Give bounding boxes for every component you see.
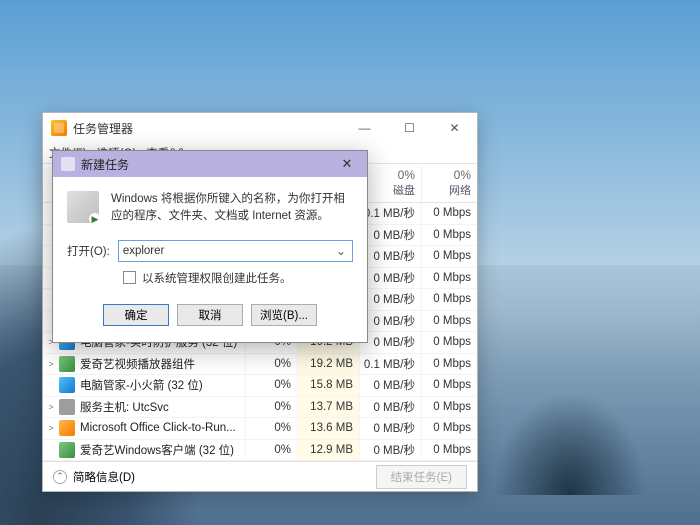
expand-icon[interactable]: >: [43, 359, 59, 369]
process-name: 爱奇艺视频播放器组件: [80, 356, 245, 372]
cell-cpu: 0%: [245, 354, 297, 375]
cell-disk: 0 MB/秒: [359, 332, 421, 353]
cell-memory: 15.8 MB: [297, 375, 359, 396]
process-name: 电脑管家-小火箭 (32 位): [80, 377, 245, 393]
expand-icon[interactable]: >: [43, 423, 59, 433]
minimize-button[interactable]: —: [342, 113, 387, 143]
expand-icon[interactable]: >: [43, 402, 59, 412]
cell-memory: 19.2 MB: [297, 354, 359, 375]
cell-disk: 0 MB/秒: [359, 268, 421, 289]
cell-cpu: 0%: [245, 418, 297, 439]
cell-cpu: 0%: [245, 440, 297, 461]
table-row[interactable]: > 爱奇艺视频播放器组件0%19.2 MB0.1 MB/秒0 Mbps: [43, 354, 477, 376]
cell-network: 0 Mbps: [421, 246, 477, 267]
process-icon: [59, 356, 75, 372]
cancel-button[interactable]: 取消: [177, 304, 243, 326]
open-combobox[interactable]: explorer: [118, 240, 353, 262]
cell-memory: 13.6 MB: [297, 418, 359, 439]
admin-label: 以系统管理权限创建此任务。: [142, 270, 292, 286]
dialog-message: Windows 将根据你所键入的名称，为你打开相应的程序、文件夹、文档或 Int…: [111, 191, 353, 226]
column-disk[interactable]: 0% 磁盘: [359, 166, 421, 202]
footer: ⌃ 简略信息(D) 结束任务(E): [43, 461, 477, 491]
cell-cpu: 0%: [245, 397, 297, 418]
dialog-titlebar[interactable]: 新建任务 ✕: [53, 151, 367, 177]
table-row[interactable]: 电脑管家-小火箭 (32 位)0%15.8 MB0 MB/秒0 Mbps: [43, 375, 477, 397]
titlebar[interactable]: 任务管理器 — ☐ ✕: [43, 113, 477, 143]
table-row[interactable]: > Microsoft Office Click-to-Run...0%13.6 …: [43, 418, 477, 440]
cell-disk: 0 MB/秒: [359, 418, 421, 439]
cell-disk: 0 MB/秒: [359, 289, 421, 310]
end-task-button[interactable]: 结束任务(E): [376, 465, 467, 489]
cell-network: 0 Mbps: [421, 332, 477, 353]
cell-network: 0 Mbps: [421, 289, 477, 310]
maximize-button[interactable]: ☐: [387, 113, 432, 143]
dialog-close-button[interactable]: ✕: [327, 151, 367, 177]
new-task-dialog: 新建任务 ✕ Windows 将根据你所键入的名称，为你打开相应的程序、文件夹、…: [52, 150, 368, 343]
open-label: 打开(O):: [67, 243, 110, 259]
cell-memory: 12.9 MB: [297, 440, 359, 461]
column-network[interactable]: 0% 网络: [421, 166, 477, 202]
admin-checkbox[interactable]: [123, 271, 136, 284]
process-icon: [59, 442, 75, 458]
cell-network: 0 Mbps: [421, 418, 477, 439]
ok-button[interactable]: 确定: [103, 304, 169, 326]
window-title: 任务管理器: [73, 120, 133, 137]
collapse-icon[interactable]: ⌃: [53, 470, 67, 484]
cell-network: 0 Mbps: [421, 203, 477, 224]
process-name: 爱奇艺Windows客户端 (32 位): [80, 442, 245, 458]
cell-disk: 0 MB/秒: [359, 225, 421, 246]
cell-memory: 13.7 MB: [297, 397, 359, 418]
cell-network: 0 Mbps: [421, 311, 477, 332]
cell-disk: 0.1 MB/秒: [359, 203, 421, 224]
cell-network: 0 Mbps: [421, 440, 477, 461]
dialog-title: 新建任务: [81, 156, 129, 173]
cell-network: 0 Mbps: [421, 225, 477, 246]
process-icon: [59, 399, 75, 415]
cell-cpu: 0%: [245, 375, 297, 396]
process-name: 服务主机: UtcSvc: [80, 399, 245, 415]
cell-network: 0 Mbps: [421, 375, 477, 396]
close-button[interactable]: ✕: [432, 113, 477, 143]
browse-button[interactable]: 浏览(B)...: [251, 304, 317, 326]
cell-disk: 0 MB/秒: [359, 311, 421, 332]
cell-disk: 0.1 MB/秒: [359, 354, 421, 375]
run-icon: [67, 191, 99, 223]
cell-disk: 0 MB/秒: [359, 375, 421, 396]
cell-disk: 0 MB/秒: [359, 397, 421, 418]
fewer-details-label[interactable]: 简略信息(D): [73, 469, 135, 485]
cell-network: 0 Mbps: [421, 397, 477, 418]
open-value: explorer: [123, 245, 165, 257]
cell-disk: 0 MB/秒: [359, 246, 421, 267]
process-name: Microsoft Office Click-to-Run...: [80, 422, 245, 434]
process-icon: [59, 377, 75, 393]
table-row[interactable]: 爱奇艺Windows客户端 (32 位)0%12.9 MB0 MB/秒0 Mbp…: [43, 440, 477, 462]
cell-network: 0 Mbps: [421, 354, 477, 375]
app-icon: [51, 120, 67, 136]
cell-disk: 0 MB/秒: [359, 440, 421, 461]
process-icon: [59, 420, 75, 436]
dialog-icon: [61, 157, 75, 171]
cell-network: 0 Mbps: [421, 268, 477, 289]
table-row[interactable]: > 服务主机: UtcSvc0%13.7 MB0 MB/秒0 Mbps: [43, 397, 477, 419]
